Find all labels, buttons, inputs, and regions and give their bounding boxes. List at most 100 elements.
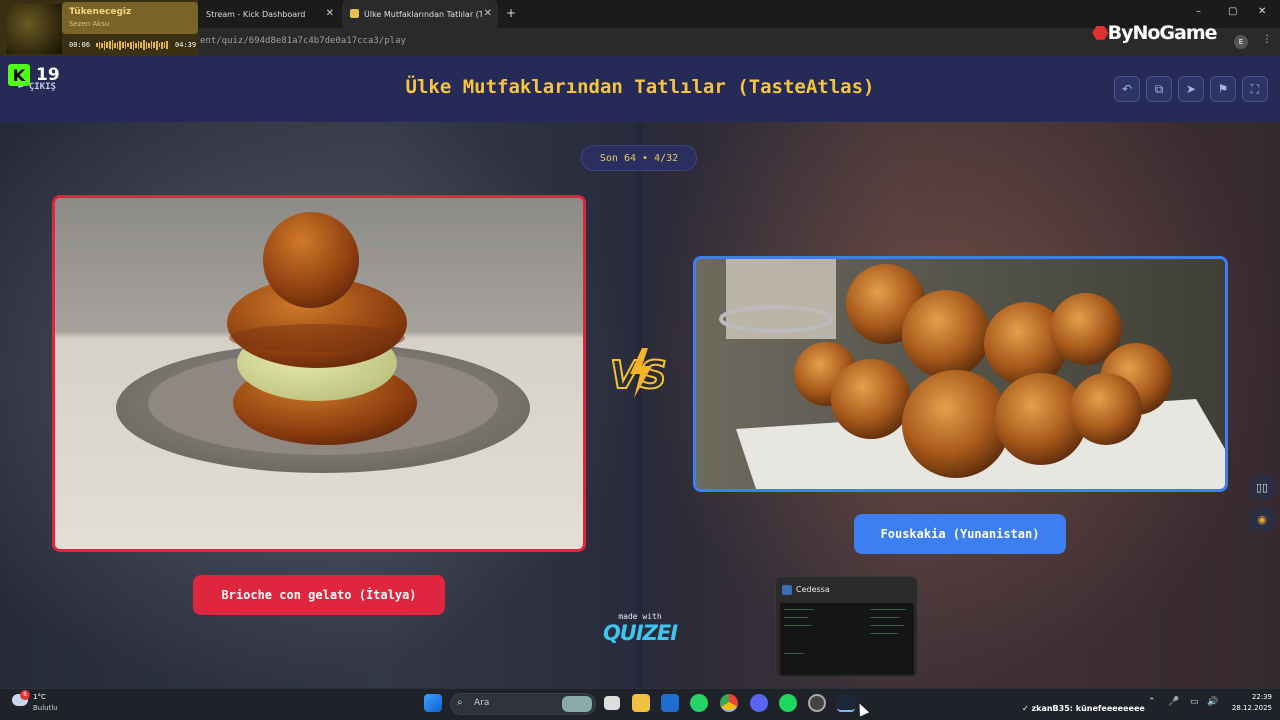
kick-logo-icon: K	[8, 64, 30, 86]
made-with-badge[interactable]: made with QUIZEI	[598, 612, 682, 645]
waveform-bar	[101, 42, 103, 48]
waveform-bar	[140, 42, 142, 48]
quizei-logo: QUIZEI	[602, 621, 678, 645]
network-icon[interactable]: ▭	[1190, 697, 1199, 707]
waveform-bar	[150, 41, 153, 49]
undo-icon: ↶	[1121, 82, 1133, 96]
waveform-bar	[114, 42, 116, 48]
waveform-bar	[153, 42, 156, 48]
fullscreen-button[interactable]: ⛶	[1242, 76, 1268, 102]
search-label: Ara	[474, 698, 490, 708]
right-choice-card[interactable]	[693, 256, 1228, 492]
weather-temp[interactable]: 1°C	[33, 693, 46, 701]
file-explorer-icon[interactable]	[632, 694, 650, 712]
windows-start-icon[interactable]	[424, 694, 442, 712]
tab-kick-dashboard[interactable]: Stream - Kick Dashboard ✕	[198, 0, 340, 28]
new-tab-button[interactable]: +	[506, 6, 516, 20]
preview-title: Cedessa	[796, 585, 830, 594]
right-choice-label[interactable]: Fouskakia (Yunanistan)	[854, 514, 1066, 554]
window-preview[interactable]: Cedessa	[775, 576, 918, 678]
task-view-icon[interactable]	[604, 696, 620, 710]
reading-mode-button[interactable]: ▯▯	[1250, 475, 1274, 499]
book-icon: ▯▯	[1255, 480, 1269, 494]
tab-favicon-icon	[350, 9, 359, 18]
waveform-bar	[124, 41, 127, 49]
media-elapsed: 00:06	[69, 41, 91, 49]
vs-badge-icon: VS	[609, 348, 668, 398]
waveform-bar	[135, 42, 137, 48]
obs-icon[interactable]	[808, 694, 826, 712]
waveform-bar	[111, 40, 114, 50]
clock-time[interactable]: 22:39	[1242, 693, 1272, 701]
profile-avatar[interactable]: E	[1234, 35, 1248, 49]
waveform-bar	[129, 41, 132, 49]
url-field[interactable]: ent/quiz/694d8e81a7c4b7de0a17cca3/play	[200, 36, 406, 46]
waveform-bar	[116, 41, 119, 49]
extension-button[interactable]: ◉	[1250, 507, 1274, 531]
search-icon: ⌕	[457, 697, 463, 708]
waveform-bar	[148, 42, 150, 48]
tab-label: Ülke Mutfaklarından Tatlılar (Ta	[364, 9, 482, 19]
waveform-bar	[103, 40, 106, 50]
undo-button[interactable]: ↶	[1114, 76, 1140, 102]
steam-icon	[782, 585, 792, 595]
made-with-text: made with	[618, 612, 662, 621]
waveform-bar	[158, 43, 161, 47]
fouskakia-image	[696, 259, 1225, 489]
waveform-bar	[109, 41, 111, 49]
notification-badge: 6	[20, 690, 30, 700]
left-choice-label[interactable]: Brioche con gelato (İtalya)	[193, 575, 445, 615]
waveform-bar	[122, 42, 124, 48]
weather-condition[interactable]: Bulutlu	[33, 704, 58, 712]
copy-button[interactable]: ⧉	[1146, 76, 1172, 102]
waveform-bar	[132, 40, 135, 50]
close-window-button[interactable]: ✕	[1258, 6, 1266, 17]
waveform-bar	[163, 42, 166, 48]
clock-date[interactable]: 28.12.2025	[1226, 704, 1272, 712]
waveform-bar	[119, 40, 122, 50]
waveform-bar	[142, 40, 145, 50]
report-button[interactable]: ⚑	[1210, 76, 1236, 102]
steam-taskbar-icon[interactable]	[837, 694, 855, 712]
kick-viewer-counter: K 19	[8, 64, 60, 86]
waveform-bar	[156, 40, 158, 50]
send-icon: ➤	[1185, 82, 1197, 96]
outlook-icon[interactable]	[661, 694, 679, 712]
discord-icon[interactable]	[750, 694, 768, 712]
close-tab-icon[interactable]: ✕	[484, 8, 492, 19]
left-choice-card[interactable]	[52, 195, 586, 552]
close-tab-icon[interactable]: ✕	[326, 8, 334, 19]
bynogame-mark-icon: ⬣	[1092, 22, 1109, 44]
chrome-icon[interactable]	[720, 694, 738, 712]
bynogame-logo: ⬣ByNoGame	[1092, 22, 1218, 44]
album-art	[6, 4, 62, 54]
center-divider	[636, 122, 642, 688]
tab-quiz[interactable]: Ülke Mutfaklarından Tatlılar (Ta ✕	[342, 0, 498, 28]
header-actions: ↶ ⧉ ➤ ⚑ ⛶	[1114, 76, 1268, 102]
waveform-bar	[98, 41, 101, 49]
minimize-button[interactable]: –	[1196, 6, 1201, 17]
preview-thumbnail	[780, 603, 914, 675]
brioche-image	[55, 198, 583, 549]
round-indicator: Son 64 • 4/32	[581, 145, 697, 171]
fullscreen-icon: ⛶	[1250, 81, 1260, 96]
browser-menu-icon[interactable]: ⋮	[1262, 34, 1272, 45]
maximize-button[interactable]: ▢	[1228, 6, 1237, 17]
whatsapp-icon[interactable]	[690, 694, 708, 712]
tray-user-label[interactable]: ✓ zkanB35: künefeeeeeeee	[1022, 704, 1145, 713]
copy-icon: ⧉	[1154, 81, 1164, 96]
volume-icon[interactable]: 🔊	[1207, 697, 1218, 707]
spotify-icon[interactable]	[779, 694, 797, 712]
waveform-bar	[96, 43, 98, 47]
share-button[interactable]: ➤	[1178, 76, 1204, 102]
waveform-bar	[145, 41, 148, 49]
screen: Stream - Kick Dashboard ✕ Ülke Mutfaklar…	[0, 0, 1280, 720]
search-highlight-icon	[562, 696, 592, 712]
tray-overflow-icon[interactable]: ⌃	[1148, 697, 1156, 707]
media-overlay: Tükenecegiz Sezen Aksu 00:06 04:39	[0, 0, 198, 62]
tab-label: Stream - Kick Dashboard	[206, 9, 306, 19]
flag-icon: ⚑	[1217, 82, 1229, 96]
chrome-extension-icon: ◉	[1257, 512, 1267, 526]
bynogame-name: ByNoGame	[1107, 22, 1218, 44]
microphone-icon[interactable]: 🎤	[1168, 697, 1179, 707]
